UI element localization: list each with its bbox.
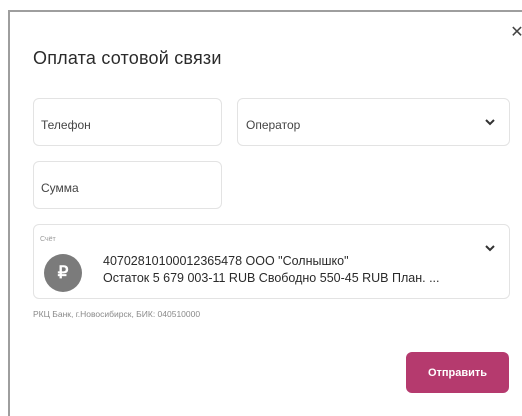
account-balance: Остаток 5 679 003-11 RUB Свободно 550-45… bbox=[103, 271, 440, 285]
amount-placeholder: Сумма bbox=[41, 181, 79, 195]
account-number: 40702810100012365478 ООО "Солнышко" bbox=[103, 254, 349, 268]
submit-button[interactable]: Отправить bbox=[406, 352, 509, 393]
dialog-title: Оплата сотовой связи bbox=[33, 48, 222, 68]
phone-placeholder: Телефон bbox=[41, 118, 91, 132]
chevron-down-icon bbox=[485, 245, 495, 252]
chevron-down-icon bbox=[485, 119, 495, 126]
account-label: Счёт bbox=[40, 236, 56, 243]
close-icon[interactable]: ✕ bbox=[510, 25, 522, 41]
ruble-avatar: ₽ bbox=[44, 254, 82, 292]
operator-placeholder: Оператор bbox=[246, 118, 301, 132]
bank-info: РКЦ Банк, г.Новосибирск, БИК: 040510000 bbox=[33, 309, 201, 319]
